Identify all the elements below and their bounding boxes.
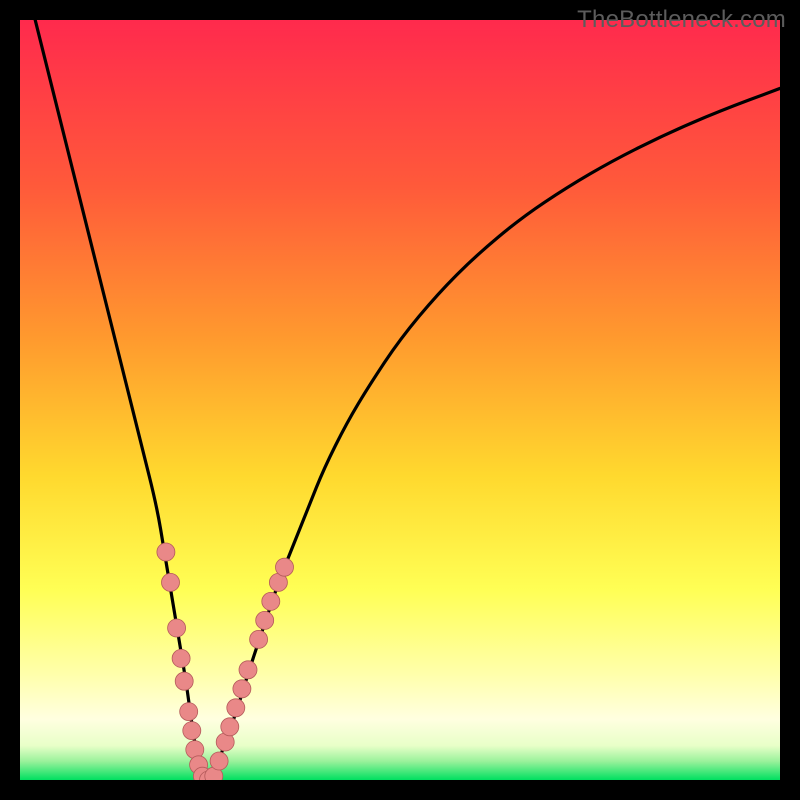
chart-frame: [20, 20, 780, 780]
data-marker: [168, 619, 186, 637]
watermark-text: TheBottleneck.com: [577, 6, 786, 34]
data-marker: [175, 672, 193, 690]
data-marker: [227, 699, 245, 717]
data-marker: [172, 649, 190, 667]
data-marker: [157, 543, 175, 561]
plot-area: [20, 20, 780, 780]
data-marker: [256, 611, 274, 629]
curve-layer: [20, 20, 780, 780]
data-marker: [180, 703, 198, 721]
data-marker: [183, 722, 201, 740]
data-marker: [250, 630, 268, 648]
data-marker: [262, 592, 280, 610]
data-marker: [233, 680, 251, 698]
bottleneck-curve-path: [35, 20, 780, 780]
data-marker: [210, 752, 228, 770]
marker-layer: [157, 543, 294, 780]
data-marker: [162, 573, 180, 591]
data-marker: [221, 718, 239, 736]
data-marker: [239, 661, 257, 679]
data-marker: [276, 558, 294, 576]
bottleneck-curve: [35, 20, 780, 780]
